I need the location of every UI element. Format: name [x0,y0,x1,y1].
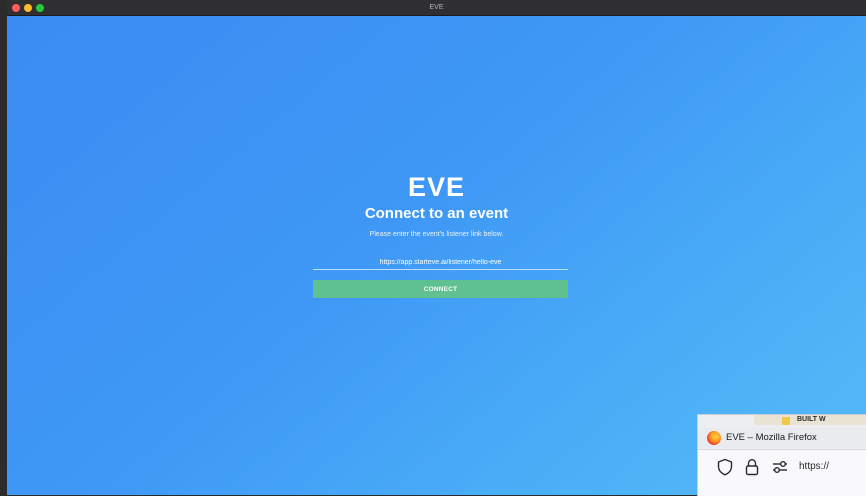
background-logo-icon [782,417,790,425]
eve-logo: EVE [407,172,466,202]
page-title: Connect to an event [364,205,509,222]
firefox-toolbar: https:// [698,449,866,496]
firefox-window[interactable]: BUILT W EVE – Mozilla Firefox https:// [697,414,866,496]
background-window-text: BUILT W [797,416,826,423]
url-bar-text[interactable]: https:// [799,460,829,474]
window-titlebar: EVE [7,0,866,16]
window-title: EVE [429,4,444,11]
background-window-strip: BUILT W [754,415,866,425]
lock-icon[interactable] [745,458,759,476]
instruction-text: Please enter the event's listener link b… [369,231,504,238]
connect-button[interactable]: CONNECT [313,280,568,298]
firefox-window-title: EVE – Mozilla Firefox [726,432,817,443]
permissions-icon[interactable] [772,460,788,474]
firefox-titlebar[interactable]: EVE – Mozilla Firefox [698,428,866,448]
listener-link-input[interactable] [313,255,568,270]
tracking-shield-icon[interactable] [717,458,733,476]
firefox-logo-icon [707,431,721,445]
